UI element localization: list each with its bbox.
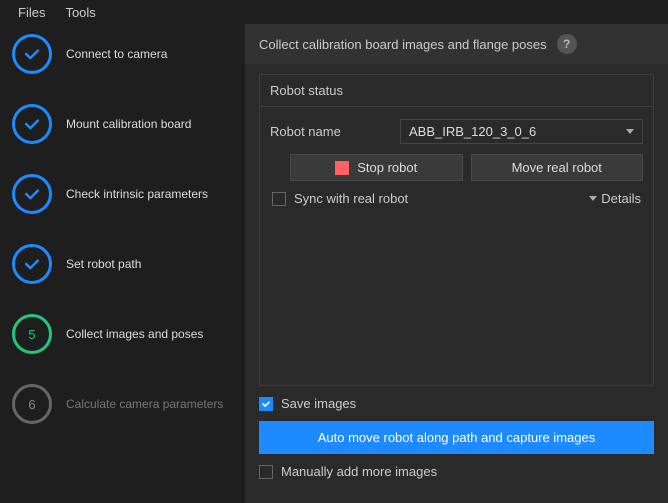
sync-checkbox[interactable]: Sync with real robot bbox=[272, 191, 408, 206]
step-collect-images[interactable]: 5 Collect images and poses bbox=[12, 314, 239, 354]
step-label: Mount calibration board bbox=[66, 117, 191, 131]
panel-title: Robot status bbox=[260, 75, 653, 107]
help-icon[interactable]: ? bbox=[557, 34, 577, 54]
stop-icon bbox=[335, 161, 349, 175]
step-check-intrinsics[interactable]: Check intrinsic parameters bbox=[12, 174, 239, 214]
step-label: Check intrinsic parameters bbox=[66, 187, 208, 201]
main-panel: Collect calibration board images and fla… bbox=[245, 24, 668, 503]
robot-status-panel: Robot status Robot name ABB_IRB_120_3_0_… bbox=[259, 74, 654, 386]
check-icon bbox=[12, 34, 52, 74]
step-mount-board[interactable]: Mount calibration board bbox=[12, 104, 239, 144]
manual-add-label: Manually add more images bbox=[281, 464, 437, 479]
robot-name-label: Robot name bbox=[270, 124, 390, 139]
step-calculate-params[interactable]: 6 Calculate camera parameters bbox=[12, 384, 239, 424]
step-label: Collect images and poses bbox=[66, 327, 203, 341]
page-title: Collect calibration board images and fla… bbox=[259, 37, 547, 52]
step-set-robot-path[interactable]: Set robot path bbox=[12, 244, 239, 284]
sidebar: Connect to camera Mount calibration boar… bbox=[0, 24, 245, 503]
checkbox-icon bbox=[272, 192, 286, 206]
checkbox-icon bbox=[259, 465, 273, 479]
check-icon bbox=[12, 244, 52, 284]
step-number-icon: 5 bbox=[12, 314, 52, 354]
move-real-robot-button[interactable]: Move real robot bbox=[471, 154, 644, 181]
robot-name-value: ABB_IRB_120_3_0_6 bbox=[409, 124, 536, 139]
step-label: Connect to camera bbox=[66, 47, 167, 61]
details-toggle[interactable]: Details bbox=[589, 191, 641, 206]
manual-add-checkbox[interactable]: Manually add more images bbox=[259, 464, 437, 479]
save-images-label: Save images bbox=[281, 396, 356, 411]
checkbox-checked-icon bbox=[259, 397, 273, 411]
chevron-down-icon bbox=[626, 129, 634, 134]
menubar: Files Tools bbox=[0, 0, 668, 24]
check-icon bbox=[12, 174, 52, 214]
step-number-icon: 6 bbox=[12, 384, 52, 424]
sync-label: Sync with real robot bbox=[294, 191, 408, 206]
auto-move-capture-button[interactable]: Auto move robot along path and capture i… bbox=[259, 421, 654, 454]
robot-name-select[interactable]: ABB_IRB_120_3_0_6 bbox=[400, 119, 643, 144]
chevron-down-icon bbox=[589, 196, 597, 201]
check-icon bbox=[12, 104, 52, 144]
save-images-checkbox[interactable]: Save images bbox=[259, 396, 356, 411]
menu-files[interactable]: Files bbox=[8, 2, 55, 23]
step-label: Calculate camera parameters bbox=[66, 397, 223, 411]
stop-robot-button[interactable]: Stop robot bbox=[290, 154, 463, 181]
menu-tools[interactable]: Tools bbox=[55, 2, 105, 23]
step-label: Set robot path bbox=[66, 257, 141, 271]
main-header: Collect calibration board images and fla… bbox=[245, 24, 668, 64]
step-connect-camera[interactable]: Connect to camera bbox=[12, 34, 239, 74]
